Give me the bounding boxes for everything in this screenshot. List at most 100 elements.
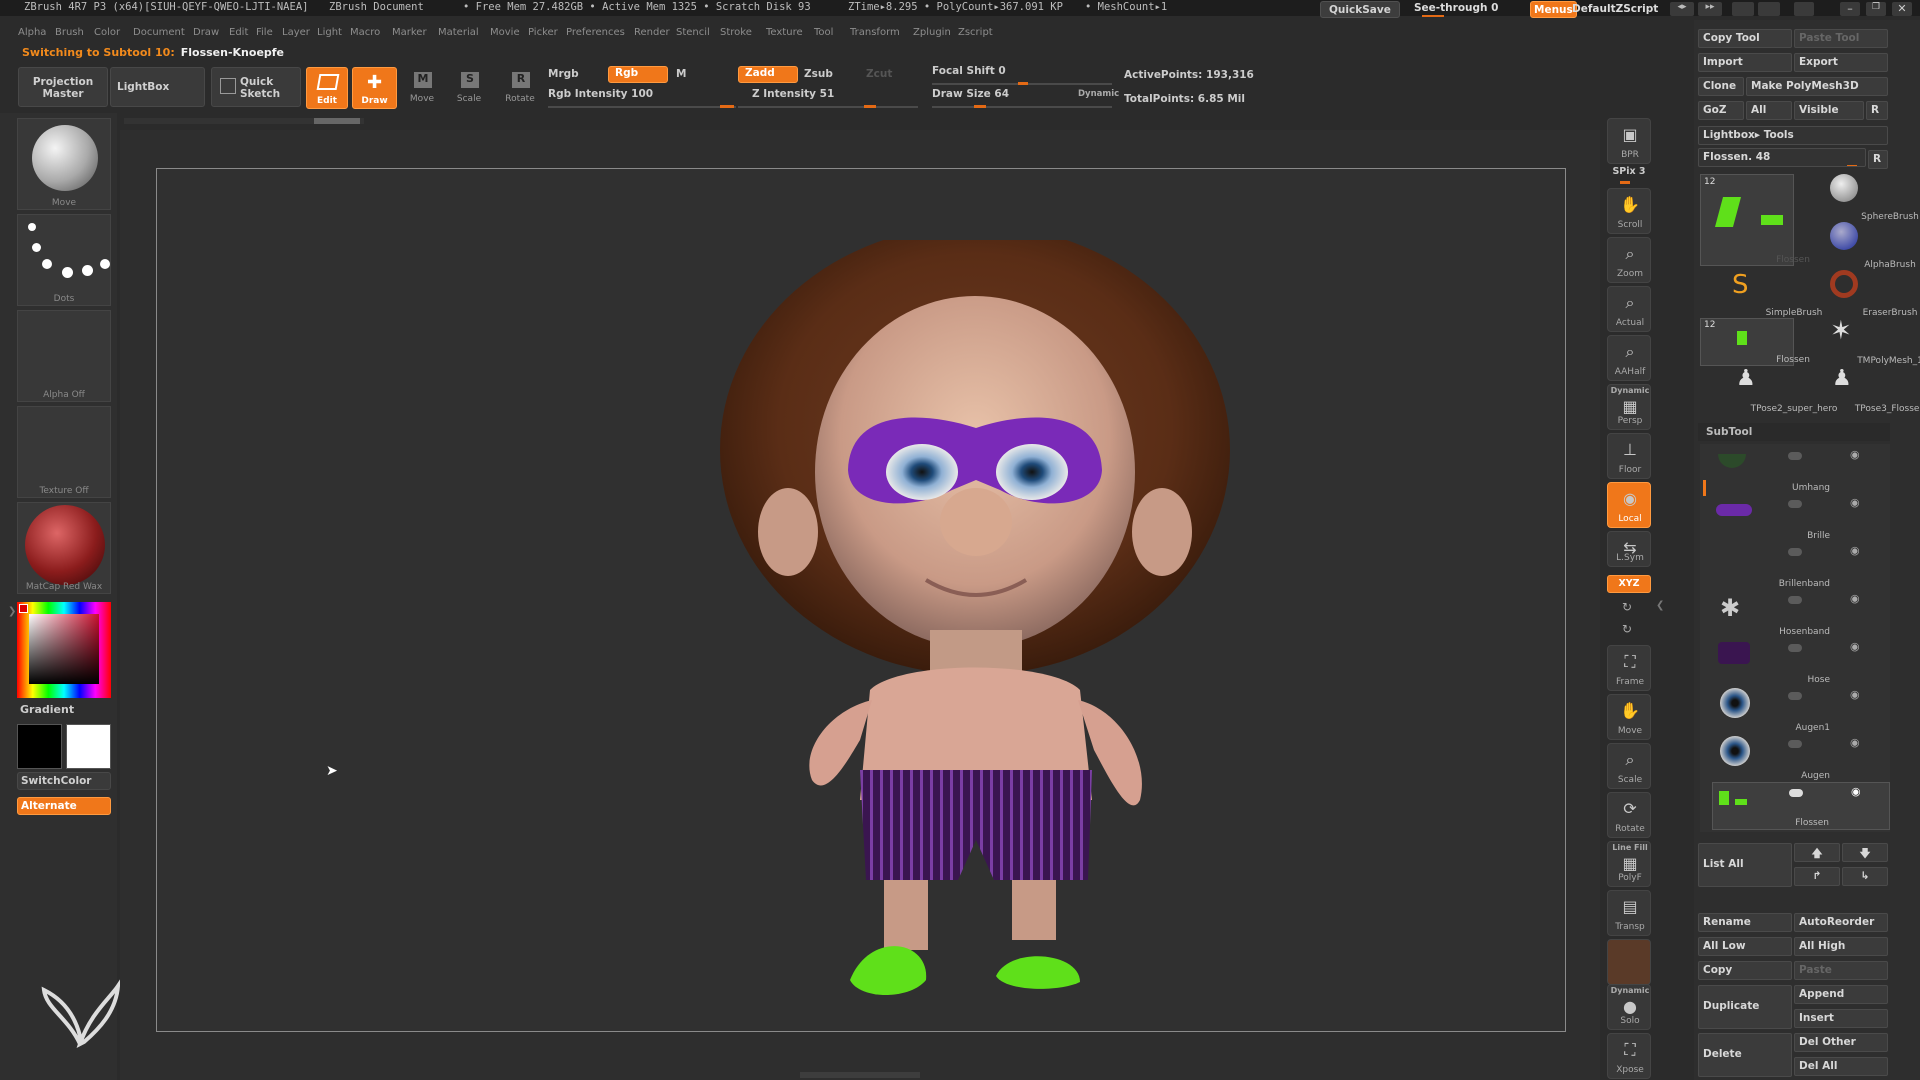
eye-icon[interactable]: ◉ <box>1850 736 1860 749</box>
texture-selector[interactable]: Texture Off <box>17 406 111 498</box>
all-low-button[interactable]: All Low <box>1698 937 1792 956</box>
eye-icon[interactable]: ◉ <box>1850 640 1860 653</box>
menu-preferences[interactable]: Preferences <box>566 27 625 38</box>
paste-subtool-button[interactable]: Paste <box>1794 961 1888 980</box>
eye-icon[interactable]: ◉ <box>1850 496 1860 509</box>
draw-size-slider[interactable]: Draw Size 64 <box>932 88 1009 100</box>
3d-model-character[interactable] <box>700 225 1240 1010</box>
tool-thumb-spherebrush[interactable]: SphereBrush <box>1796 174 1919 222</box>
goz-visible-button[interactable]: Visible <box>1794 101 1864 120</box>
menu-layer[interactable]: Layer <box>282 27 310 38</box>
stroke-selector[interactable]: Dots <box>17 214 111 306</box>
visibility-toggle[interactable] <box>1788 644 1802 652</box>
paste-tool-button[interactable]: Paste Tool <box>1794 29 1888 48</box>
secondary-color-swatch[interactable] <box>17 724 62 769</box>
alpha-selector[interactable]: Alpha Off <box>17 310 111 402</box>
help-icon[interactable] <box>1794 2 1814 16</box>
toolbar-scroll-thumb[interactable] <box>314 118 360 124</box>
minimize-icon[interactable]: – <box>1840 2 1860 16</box>
visibility-toggle[interactable] <box>1788 500 1802 508</box>
close-icon[interactable]: ✕ <box>1892 2 1912 16</box>
menu-color[interactable]: Color <box>94 27 120 38</box>
projection-master-button[interactable]: Projection Master <box>18 67 108 107</box>
menus-button[interactable]: Menus <box>1530 1 1577 18</box>
rotate-mode-button[interactable]: R Rotate <box>500 70 540 110</box>
subtool-header[interactable]: SubTool <box>1698 423 1890 441</box>
eye-icon[interactable]: ◉ <box>1850 448 1860 461</box>
menu-file[interactable]: File <box>256 27 273 38</box>
visibility-toggle[interactable] <box>1788 692 1802 700</box>
move-up-turn-icon[interactable]: ↱ <box>1794 867 1840 886</box>
tool-thumb-flossen-2[interactable]: 12 Flossen <box>1700 318 1810 366</box>
layout2-icon[interactable] <box>1758 2 1780 16</box>
import-button[interactable]: Import <box>1698 53 1792 72</box>
eye-icon[interactable]: ◉ <box>1850 544 1860 557</box>
spix-slider[interactable]: SPix 3 <box>1607 166 1651 177</box>
move-up-arrow-icon[interactable]: 🡅 <box>1794 843 1840 862</box>
local-button[interactable]: ◉ Local <box>1607 482 1651 528</box>
menu-material[interactable]: Material <box>438 27 479 38</box>
menu-texture[interactable]: Texture <box>766 27 803 38</box>
scroll-button[interactable]: ✋ Scroll <box>1607 188 1651 234</box>
zcut-toggle[interactable]: Zcut <box>866 68 892 80</box>
actual-button[interactable]: ⌕ Actual <box>1607 286 1651 332</box>
move-mode-button[interactable]: M Move <box>402 70 442 110</box>
bpr-button[interactable]: ▣ BPR <box>1607 118 1651 164</box>
toolbar-scrollbar[interactable] <box>124 118 364 124</box>
tool-thumb-tmpolymesh[interactable]: ✶ TMPolyMesh_1 <box>1796 316 1920 366</box>
subtool-item-brillenband[interactable]: ◉ Brillenband <box>1712 542 1890 590</box>
layout-icon[interactable] <box>1732 2 1754 16</box>
tool-thumb-eraserbrush[interactable]: EraserBrush <box>1796 270 1917 318</box>
tool-r-button[interactable]: R <box>1868 150 1888 169</box>
menu-stencil[interactable]: Stencil <box>676 27 710 38</box>
menu-render[interactable]: Render <box>634 27 670 38</box>
zadd-toggle[interactable]: Zadd <box>738 66 798 83</box>
xpose-button[interactable]: ⛶ Xpose <box>1607 1033 1651 1079</box>
del-all-button[interactable]: Del All <box>1794 1057 1888 1076</box>
subtool-item-hosenband[interactable]: ✱ ◉ Hosenband <box>1712 590 1890 638</box>
menu-document[interactable]: Document <box>133 27 185 38</box>
rotate-view-button[interactable]: ⟳ Rotate <box>1607 792 1651 838</box>
persp-button[interactable]: Dynamic ▦ Persp <box>1607 384 1651 430</box>
lightbox-button[interactable]: LightBox <box>110 67 205 107</box>
subtool-item-brille[interactable]: ◉ Brille <box>1712 494 1890 542</box>
menu-brush[interactable]: Brush <box>55 27 84 38</box>
gradient-label[interactable]: Gradient <box>20 703 74 716</box>
tool-thumb-alphabrush[interactable]: AlphaBrush <box>1796 222 1916 270</box>
tool-thumb-tpose3[interactable]: ♟ TPose3_Flossen <box>1796 366 1920 414</box>
visibility-toggle[interactable] <box>1788 452 1802 460</box>
z-intensity-slider[interactable]: Z Intensity 51 <box>752 88 834 100</box>
scale-mode-button[interactable]: S Scale <box>449 70 489 110</box>
autoreorder-button[interactable]: AutoReorder <box>1794 913 1888 932</box>
scroll-right-icon[interactable]: ▸▸ <box>1698 2 1722 16</box>
collapse-right-icon[interactable]: ❮ <box>1656 600 1664 611</box>
subtool-item-flossen[interactable]: ◉ Flossen <box>1712 782 1890 830</box>
aahalf-button[interactable]: ⌕ AAHalf <box>1607 335 1651 381</box>
subtool-item-hose[interactable]: ◉ Hose <box>1712 638 1890 686</box>
tool-thumb-simplebrush[interactable]: S SimpleBrush <box>1700 270 1822 318</box>
delete-button[interactable]: Delete <box>1698 1033 1792 1077</box>
zsub-toggle[interactable]: Zsub <box>804 68 833 80</box>
del-other-button[interactable]: Del Other <box>1794 1033 1888 1052</box>
all-high-button[interactable]: All High <box>1794 937 1888 956</box>
bottom-tray-handle[interactable] <box>800 1072 920 1078</box>
move-view-button[interactable]: ✋ Move <box>1607 694 1651 740</box>
color-picker[interactable] <box>17 602 111 698</box>
subtool-item-augen1[interactable]: ◉ Augen1 <box>1712 686 1890 734</box>
alternate-button[interactable]: Alternate <box>17 797 111 815</box>
main-color-swatch[interactable] <box>66 724 111 769</box>
menu-movie[interactable]: Movie <box>490 27 520 38</box>
menu-picker[interactable]: Picker <box>528 27 558 38</box>
ghost-button[interactable] <box>1607 939 1651 985</box>
eye-icon[interactable]: ◉ <box>1850 688 1860 701</box>
menu-alpha[interactable]: Alpha <box>18 27 46 38</box>
maximize-icon[interactable]: ❐ <box>1866 2 1886 16</box>
subtool-item-umhang[interactable]: ◉ Umhang <box>1712 446 1890 494</box>
rgb-intensity-slider[interactable]: Rgb Intensity 100 <box>548 88 653 100</box>
menu-zplugin[interactable]: Zplugin <box>913 27 951 38</box>
rotate-y-icon[interactable]: ↻ <box>1622 600 1632 614</box>
visibility-toggle[interactable] <box>1788 740 1802 748</box>
menu-draw[interactable]: Draw <box>193 27 219 38</box>
lsym-button[interactable]: ⇆ L.Sym <box>1607 531 1651 567</box>
material-selector[interactable]: MatCap Red Wax <box>17 502 111 594</box>
